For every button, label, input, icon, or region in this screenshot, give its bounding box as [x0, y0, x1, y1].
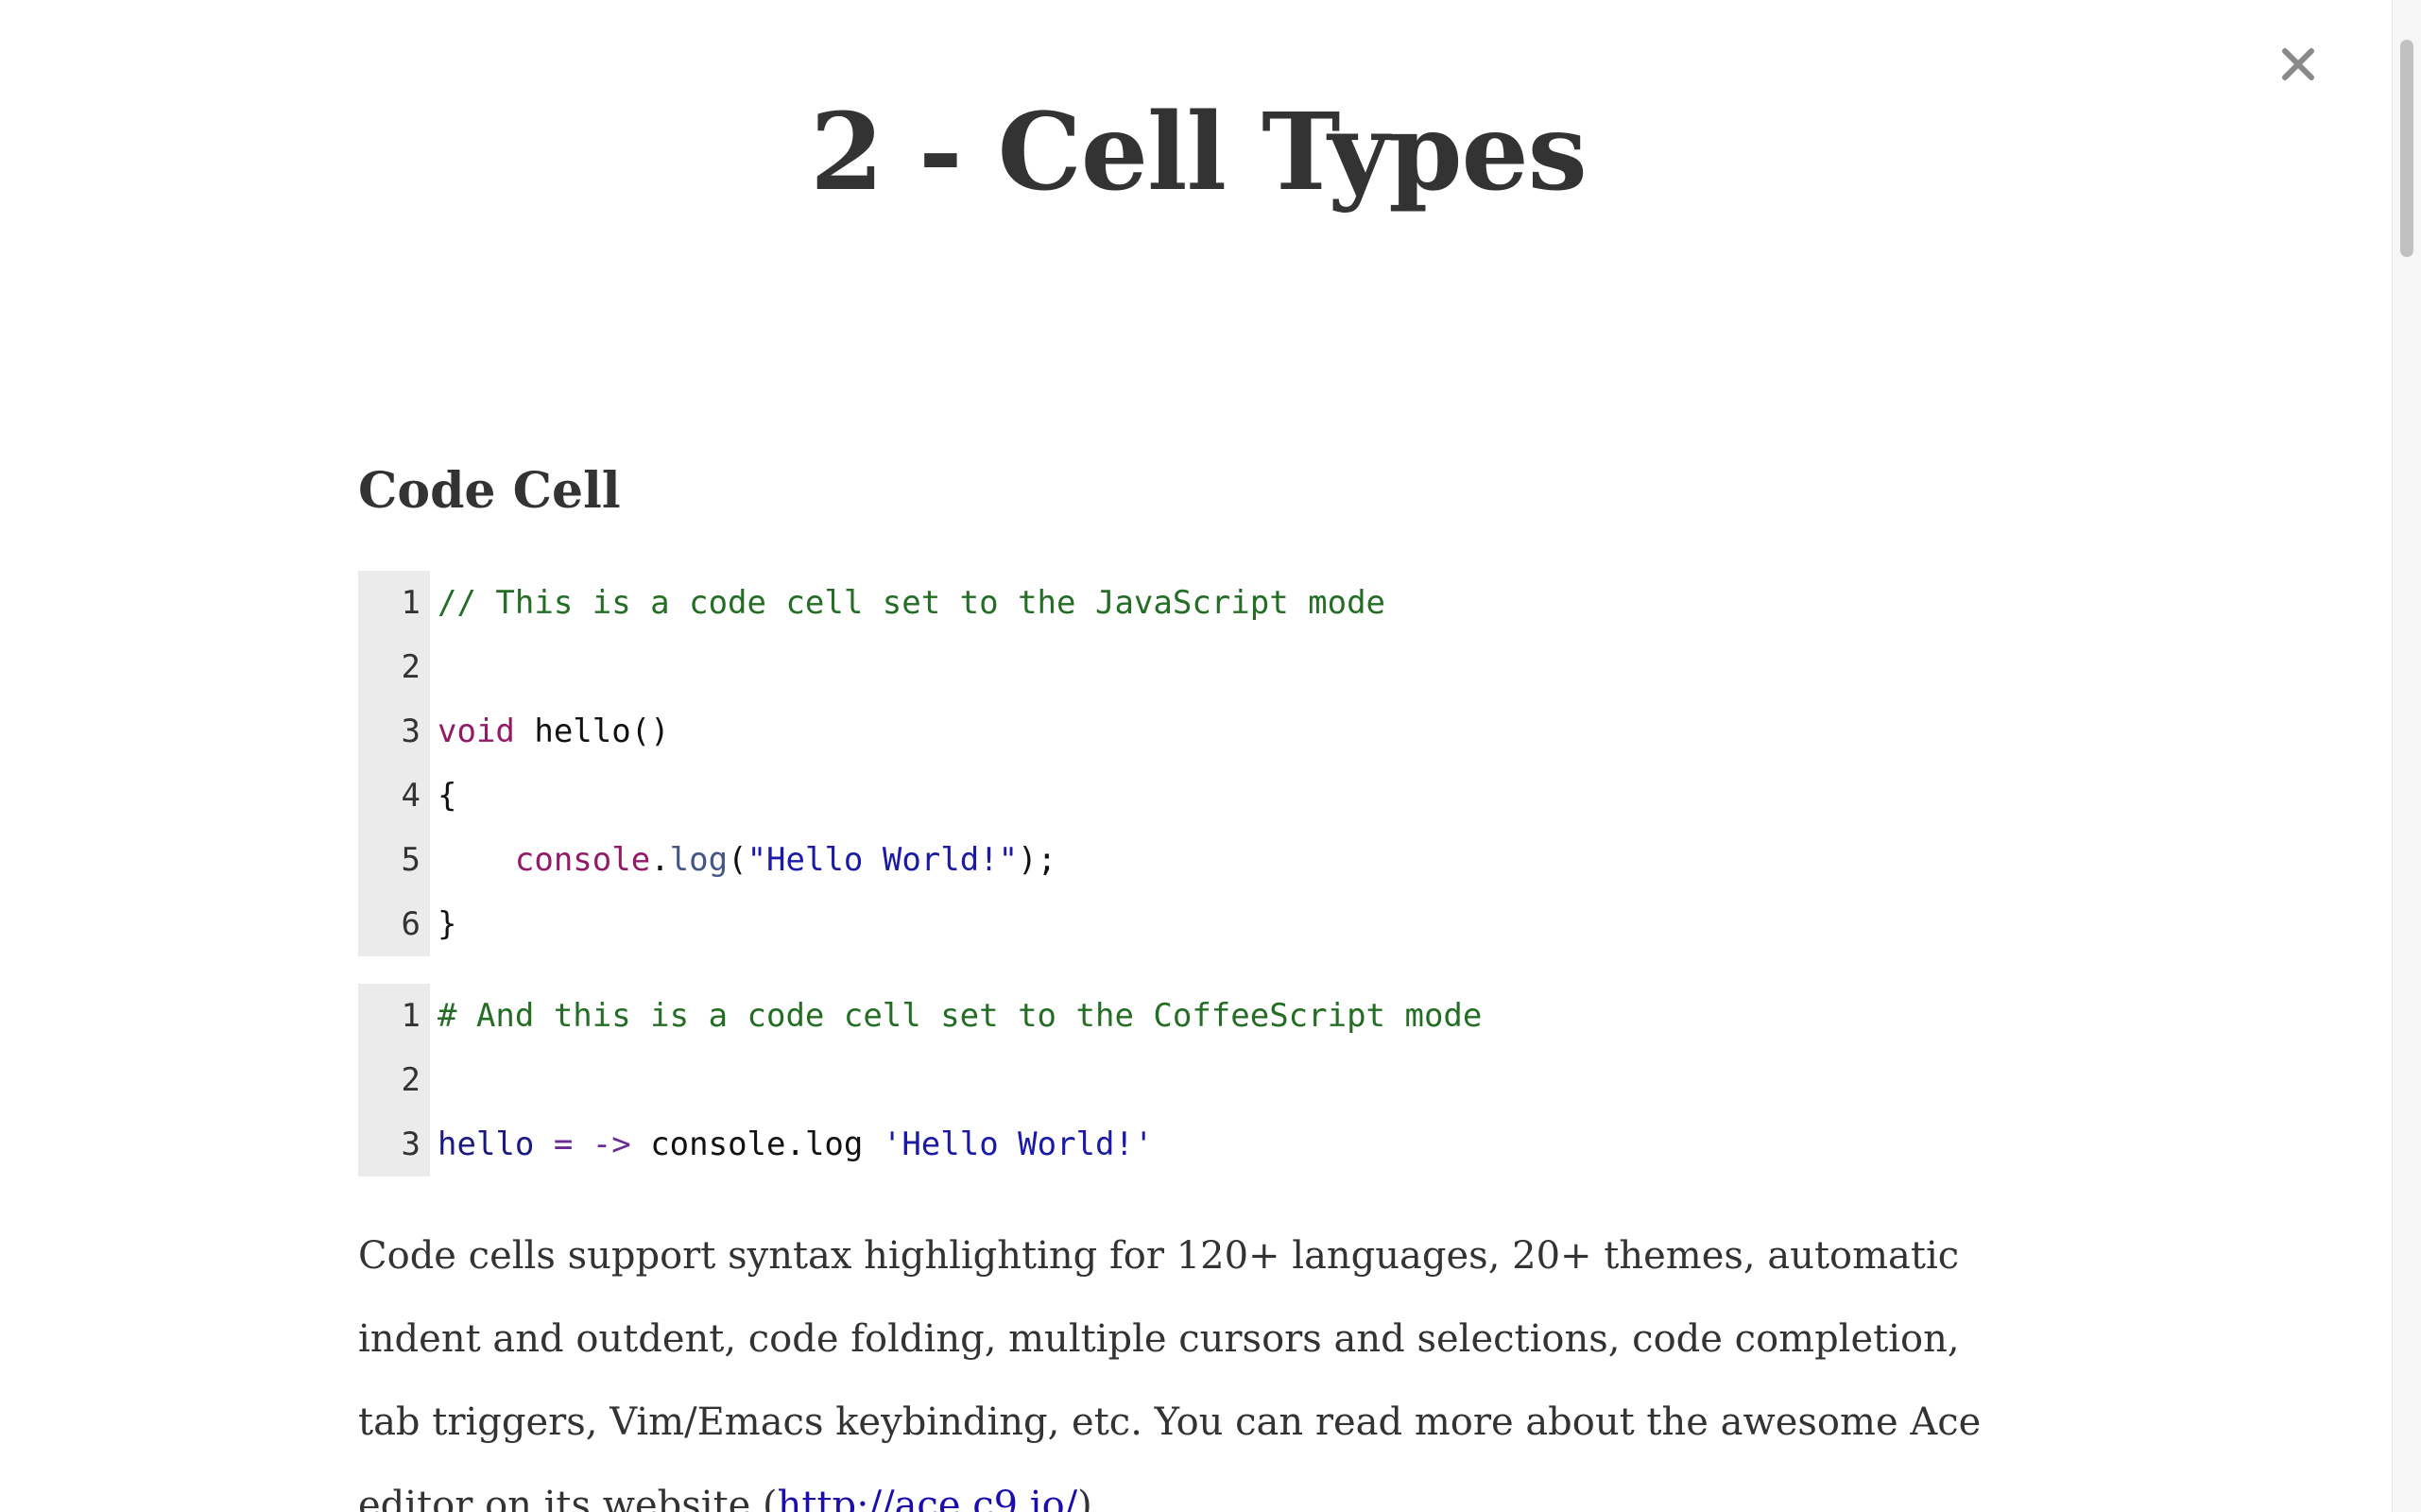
line-number: 6	[401, 905, 421, 943]
line-number: 5	[401, 841, 421, 879]
code-token: hello	[438, 1125, 535, 1163]
code-line[interactable]: console.log("Hello World!");	[438, 828, 2012, 892]
code-token: console	[514, 841, 651, 879]
page-title: 2 - Cell Types	[810, 91, 1588, 215]
code-token: 'Hello World!'	[882, 1125, 1154, 1163]
code-line[interactable]: {	[438, 764, 2012, 828]
code-token: ->	[592, 1125, 631, 1163]
code-token: "Hello World!"	[747, 841, 1019, 879]
line-number: 1	[401, 997, 421, 1035]
code-token: );	[1018, 841, 1057, 879]
code-token: hello()	[514, 713, 670, 750]
code-line[interactable]	[438, 635, 2012, 699]
code-token: log	[669, 841, 729, 879]
code-line[interactable]: void hello()	[438, 699, 2012, 764]
code-editor[interactable]: # And this is a code cell set to the Cof…	[430, 984, 2012, 1177]
code-cell-javascript[interactable]: 1 2 3 4 5 6 // This is a code cell set to the…	[358, 571, 2012, 956]
code-token: # And this is a code cell set to the Cof…	[438, 997, 1483, 1035]
scrollbar-thumb[interactable]	[2400, 40, 2413, 257]
code-token: console.log	[630, 1125, 883, 1163]
code-line[interactable]: }	[438, 892, 2012, 956]
code-token: =	[534, 1125, 592, 1163]
line-number: 3	[401, 713, 421, 750]
line-number: 2	[401, 1061, 421, 1099]
ace-website-link[interactable]: http://ace.c9.io/	[778, 1484, 1078, 1512]
code-token: {	[438, 777, 457, 815]
code-token: // This is a code cell set to the JavaSc…	[438, 584, 1386, 622]
note-content: Code Cell 1 2 3 4 5 6 // This is a code cell …	[358, 444, 2012, 1512]
paragraph-text-end: ).	[1077, 1484, 1105, 1512]
code-line[interactable]: // This is a code cell set to the JavaSc…	[438, 571, 2012, 635]
code-token: void	[438, 713, 515, 750]
line-number: 3	[401, 1125, 421, 1163]
note-viewer: 2 - Cell Types Code Cell 1 2 3 4 5 6 // This …	[0, 0, 2421, 1512]
code-editor[interactable]: // This is a code cell set to the JavaSc…	[430, 571, 2012, 956]
description-paragraph: Code cells support syntax highlighting f…	[358, 1214, 2012, 1512]
line-number-gutter: 1 2 3 4 5 6	[358, 571, 430, 956]
code-cell-coffeescript[interactable]: 1 2 3 # And this is a code cell set to the…	[358, 984, 2012, 1177]
line-number-gutter: 1 2 3	[358, 984, 430, 1177]
code-token: (	[728, 841, 747, 879]
code-token: }	[438, 905, 457, 943]
line-number: 2	[401, 648, 421, 686]
code-line[interactable]	[438, 1048, 2012, 1112]
code-line[interactable]: # And this is a code cell set to the Cof…	[438, 984, 2012, 1048]
code-line[interactable]: hello = -> console.log 'Hello World!'	[438, 1112, 2012, 1177]
line-number: 1	[401, 584, 421, 622]
code-token: .	[650, 841, 670, 879]
section-heading: Code Cell	[358, 462, 621, 520]
paragraph-text: Code cells support syntax highlighting f…	[358, 1234, 1982, 1512]
line-number: 4	[401, 777, 421, 815]
